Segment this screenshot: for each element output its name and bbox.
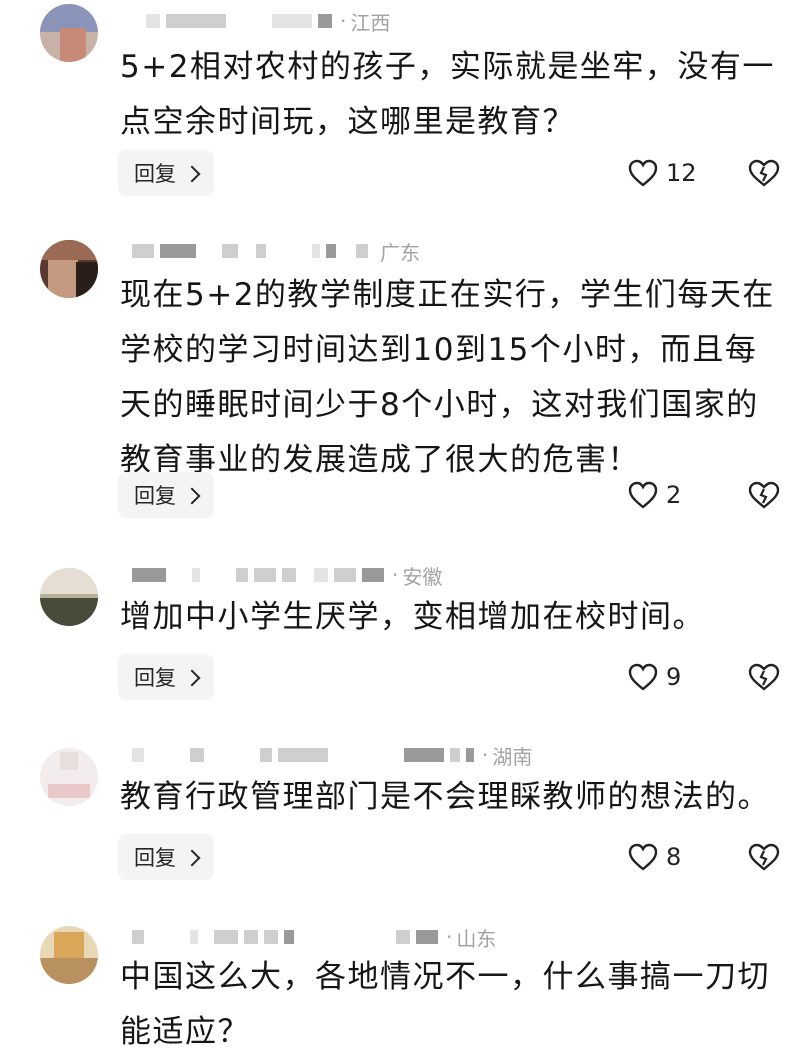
like-button[interactable]: 2 — [628, 472, 681, 518]
broken-heart-icon — [748, 843, 780, 871]
reply-button[interactable]: 回复 — [118, 150, 214, 196]
comment-meta: 广东 — [122, 236, 420, 266]
reply-label: 回复 — [134, 846, 176, 870]
avatar[interactable] — [40, 4, 98, 62]
location-label: 广东 — [380, 240, 420, 265]
chevron-right-icon — [183, 487, 201, 504]
comment-text: 现在5+2的教学制度正在实行，学生们每天在学校的学习时间达到10到15个小时，而… — [120, 277, 775, 478]
avatar[interactable] — [40, 748, 98, 806]
like-count: 12 — [666, 159, 697, 187]
avatar[interactable] — [40, 926, 98, 984]
dislike-button[interactable] — [748, 472, 782, 518]
comment-meta: · 安徽 — [122, 560, 442, 590]
reply-label: 回复 — [134, 484, 176, 508]
comment-text: 教育行政管理部门是不会理睬教师的想法的。 — [120, 779, 770, 815]
chevron-right-icon — [183, 165, 201, 182]
avatar[interactable] — [40, 568, 98, 626]
dislike-button[interactable] — [748, 150, 782, 196]
dislike-button[interactable] — [748, 654, 782, 700]
like-count: 2 — [666, 481, 682, 509]
broken-heart-icon — [748, 663, 780, 691]
location-label: 安徽 — [402, 564, 443, 589]
chevron-right-icon — [183, 849, 201, 866]
comment-meta: · 江西 — [122, 6, 390, 36]
comment-meta: · 湖南 — [122, 740, 532, 770]
location-label: 湖南 — [492, 744, 533, 769]
like-count: 8 — [666, 843, 682, 871]
avatar[interactable] — [40, 240, 98, 298]
chevron-right-icon — [183, 669, 201, 686]
broken-heart-icon — [748, 481, 780, 509]
dislike-button[interactable] — [748, 834, 782, 880]
reply-label: 回复 — [134, 666, 176, 690]
reply-label: 回复 — [134, 162, 176, 186]
heart-icon — [628, 481, 658, 509]
reply-button[interactable]: 回复 — [118, 654, 214, 700]
heart-icon — [628, 159, 658, 187]
comment-meta: · 山东 — [122, 922, 496, 952]
like-button[interactable]: 9 — [628, 654, 681, 700]
comment-text: 中国这么大，各地情况不一，什么事搞一刀切能适应？ — [120, 959, 770, 1050]
location-label: 江西 — [350, 10, 391, 35]
heart-icon — [628, 663, 658, 691]
broken-heart-icon — [748, 159, 780, 187]
like-button[interactable]: 8 — [628, 834, 681, 880]
location-label: 山东 — [456, 926, 497, 951]
like-button[interactable]: 12 — [628, 150, 697, 196]
comment-text: 5+2相对农村的孩子，实际就是坐牢，没有一点空余时间玩，这哪里是教育？ — [120, 49, 775, 140]
comment-text: 增加中小学生厌学，变相增加在校时间。 — [120, 599, 705, 635]
like-count: 9 — [666, 663, 682, 691]
reply-button[interactable]: 回复 — [118, 472, 214, 518]
reply-button[interactable]: 回复 — [118, 834, 214, 880]
heart-icon — [628, 843, 658, 871]
